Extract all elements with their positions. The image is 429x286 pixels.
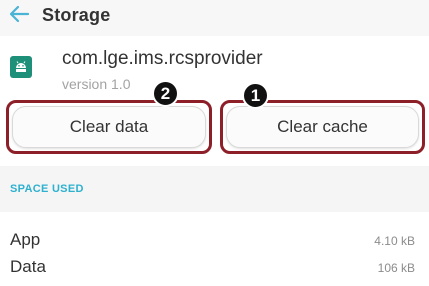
app-size-label: App [10,230,41,249]
data-size-value: 106 kB [377,261,415,275]
clear-data-button[interactable]: Clear data [12,106,206,148]
app-package-name: com.lge.ims.rcsprovider [62,48,263,69]
data-size-label: Data [10,257,46,276]
page-title: Storage [42,5,111,25]
annotation-badge-2: 2 [152,80,179,107]
annotation-badge-1: 1 [242,82,269,109]
android-icon [10,56,32,78]
space-used-heading: SPACE USED [10,183,84,195]
clear-cache-button[interactable]: Clear cache [226,106,419,148]
back-arrow-icon[interactable] [8,4,30,24]
clear-data-highlight: Clear data [6,100,212,154]
top-app-bar: Storage [0,0,429,36]
space-used-section: SPACE USED [0,166,429,212]
app-size-value: 4.10 kB [374,234,415,248]
app-version: version 1.0 [62,76,131,92]
